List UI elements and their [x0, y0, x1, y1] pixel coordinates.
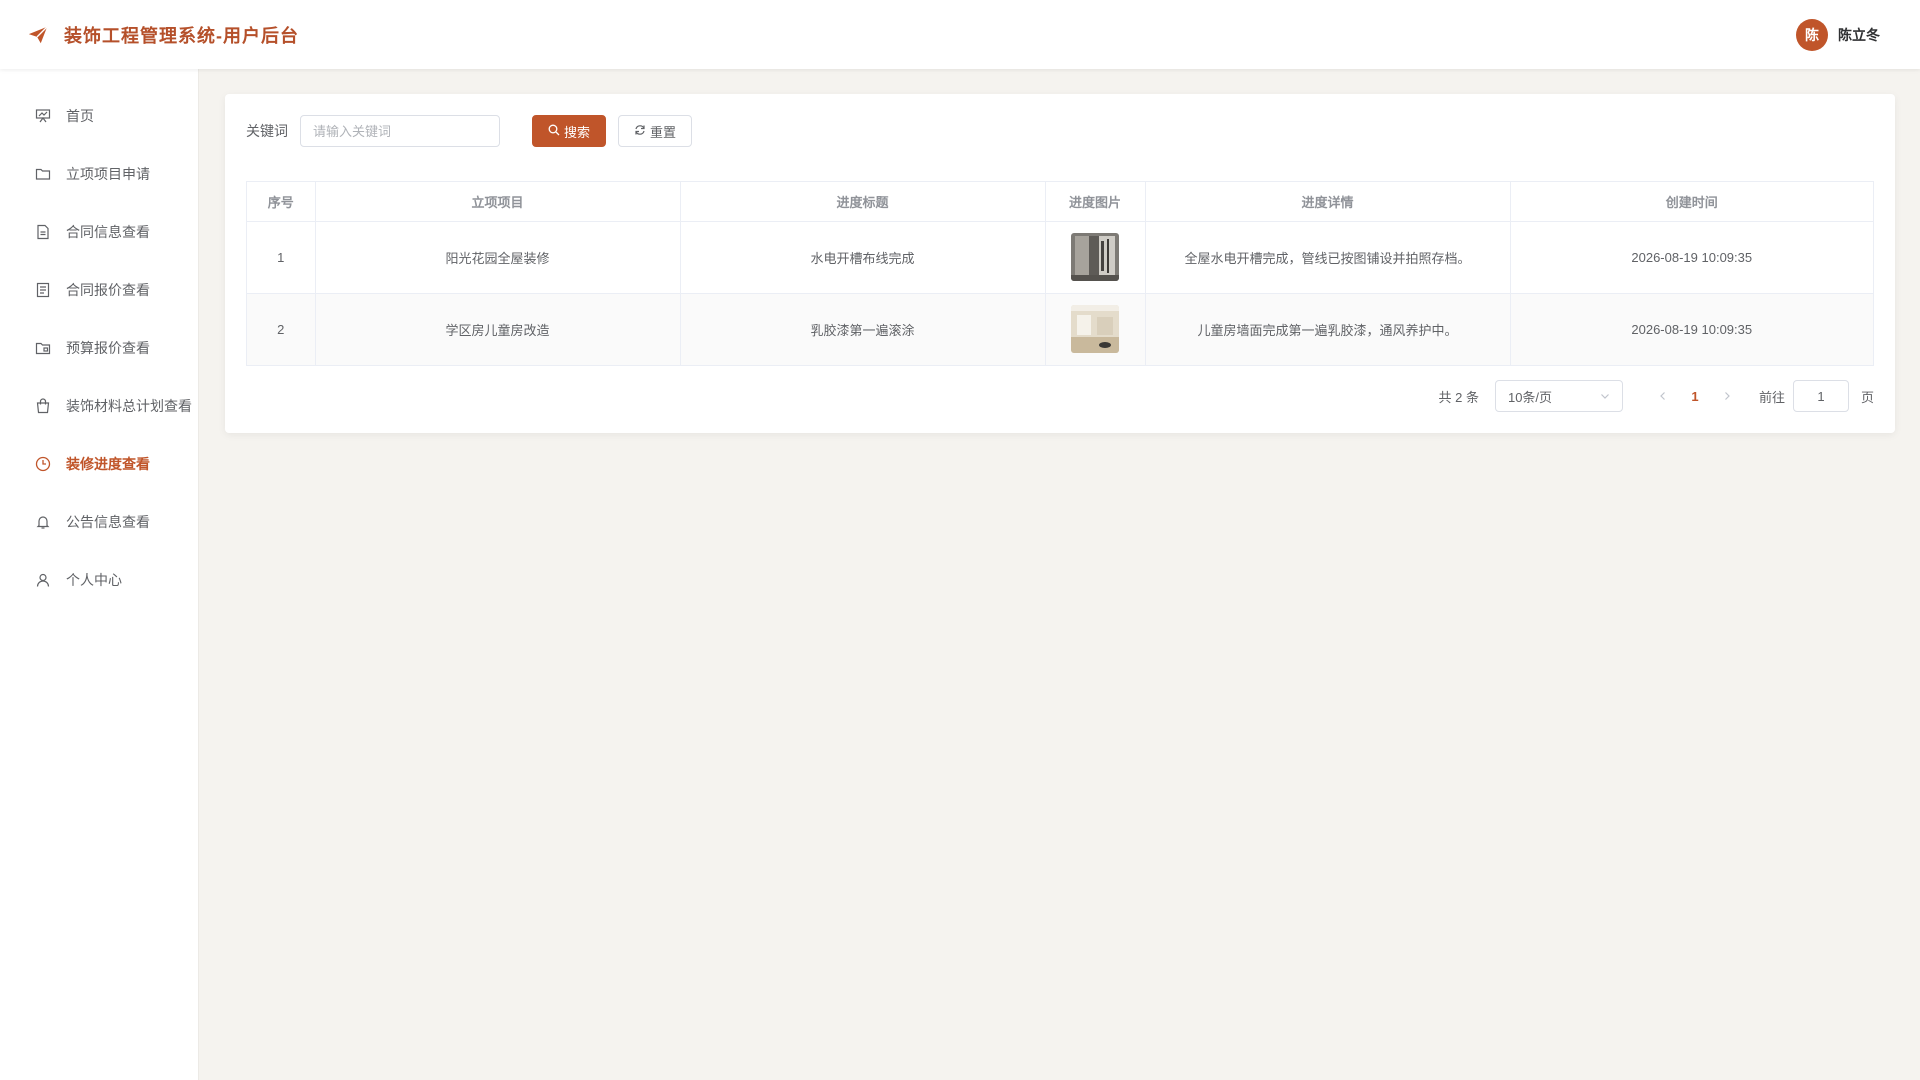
- sidebar-item-contract-info[interactable]: 合同信息查看: [0, 203, 198, 261]
- chevron-left-icon: [1660, 391, 1665, 400]
- goto-page: 前往 页: [1759, 380, 1874, 412]
- app-title: 装饰工程管理系统-用户后台: [64, 25, 299, 46]
- user-icon: [34, 571, 52, 589]
- bell-icon: [34, 513, 52, 531]
- goto-unit: 页: [1860, 389, 1874, 405]
- goto-page-input[interactable]: [1792, 380, 1849, 412]
- sidebar-item-label: 装饰材料总计划查看: [66, 398, 192, 414]
- cell-detail: 儿童房墙面完成第一遍乳胶漆，通风养护中。: [1145, 293, 1511, 365]
- sidebar-item-budget-quote[interactable]: 预算报价查看: [0, 319, 198, 377]
- pagination: 共 2 条 10条/页 1 前往 页: [246, 380, 1874, 412]
- sidebar-item-profile[interactable]: 个人中心: [0, 551, 198, 609]
- pagination-total: 共 2 条: [1438, 389, 1479, 405]
- page-size-select[interactable]: 10条/页: [1494, 380, 1623, 412]
- sidebar-item-contract-quote[interactable]: 合同报价查看: [0, 261, 198, 319]
- cell-created: 2026-08-19 10:09:35: [1510, 221, 1873, 294]
- paper-plane-icon: [26, 23, 50, 47]
- sidebar-item-label: 立项项目申请: [66, 166, 150, 182]
- column-header: 序号: [247, 182, 316, 222]
- table-row[interactable]: 1 阳光花园全屋装修 水电开槽布线完成 全屋水电开槽完成，管线已按图铺设并拍照存…: [247, 221, 1873, 294]
- chevron-right-icon: [1725, 391, 1730, 400]
- user-menu[interactable]: 陈 陈立冬: [1796, 18, 1880, 51]
- cell-image: [1045, 221, 1146, 294]
- sidebar-item-progress[interactable]: 装修进度查看: [0, 435, 198, 493]
- table-header-row: 序号 立项项目 进度标题 进度图片 进度详情 创建时间: [247, 182, 1873, 222]
- cell-project: 阳光花园全屋装修: [315, 221, 681, 294]
- table-row[interactable]: 2 学区房儿童房改造 乳胶漆第一遍滚涂 儿童房墙面完成第一遍乳胶漆，通风养护中。…: [247, 293, 1873, 365]
- column-header: 立项项目: [315, 182, 681, 222]
- search-button-label: 搜索: [563, 124, 590, 140]
- page-number-current[interactable]: 1: [1679, 389, 1711, 404]
- progress-table: 序号 立项项目 进度标题 进度图片 进度详情 创建时间 1 阳光花园全屋装修 水…: [246, 181, 1874, 366]
- document-icon: [34, 223, 52, 241]
- top-header: 装饰工程管理系统-用户后台 陈 陈立冬: [0, 0, 1920, 69]
- sidebar: 首页 立项项目申请 合同信息查看 合同报价查看 预算报价查看 装饰材料总计划查看: [0, 69, 199, 1080]
- avatar[interactable]: 陈: [1796, 18, 1828, 51]
- reset-button[interactable]: 重置: [618, 115, 692, 147]
- presentation-icon: [34, 107, 52, 125]
- next-page-button[interactable]: [1711, 389, 1743, 404]
- cell-detail: 全屋水电开槽完成，管线已按图铺设并拍照存档。: [1145, 221, 1511, 294]
- cell-index: 2: [247, 293, 316, 365]
- cell-project: 学区房儿童房改造: [315, 293, 681, 365]
- sidebar-item-notice[interactable]: 公告信息查看: [0, 493, 198, 551]
- folder-open-icon: [34, 339, 52, 357]
- keyword-input[interactable]: [300, 115, 500, 147]
- sidebar-item-label: 公告信息查看: [66, 514, 150, 530]
- prev-page-button[interactable]: [1647, 389, 1679, 404]
- shopping-bag-icon: [34, 397, 52, 415]
- sidebar-item-label: 合同报价查看: [66, 282, 150, 298]
- page-size-value: 10条/页: [1507, 389, 1553, 405]
- cell-image: [1045, 293, 1146, 365]
- cell-title: 乳胶漆第一遍滚涂: [680, 293, 1046, 365]
- sidebar-item-material-plan[interactable]: 装饰材料总计划查看: [0, 377, 198, 435]
- clock-icon: [34, 455, 52, 473]
- sidebar-item-label: 预算报价查看: [66, 340, 150, 356]
- refresh-icon: [634, 124, 646, 139]
- progress-image-thumbnail[interactable]: [1071, 233, 1119, 281]
- column-header: 进度标题: [680, 182, 1046, 222]
- sidebar-item-home[interactable]: 首页: [0, 87, 198, 145]
- column-header: 创建时间: [1510, 182, 1873, 222]
- goto-label: 前往: [1758, 389, 1785, 405]
- search-icon: [548, 124, 560, 139]
- progress-image-thumbnail[interactable]: [1071, 305, 1119, 354]
- list-document-icon: [34, 281, 52, 299]
- search-button[interactable]: 搜索: [532, 115, 606, 147]
- chevron-down-icon: [1600, 389, 1610, 404]
- keyword-label: 关键词: [246, 123, 288, 139]
- sidebar-item-label: 合同信息查看: [66, 224, 150, 240]
- column-header: 进度详情: [1145, 182, 1511, 222]
- sidebar-item-label: 装修进度查看: [66, 456, 150, 472]
- folder-icon: [34, 165, 52, 183]
- cell-title: 水电开槽布线完成: [680, 221, 1046, 294]
- cell-created: 2026-08-19 10:09:35: [1510, 293, 1873, 365]
- search-bar: 关键词 搜索 重置: [246, 115, 1874, 147]
- cell-index: 1: [247, 221, 316, 294]
- username[interactable]: 陈立冬: [1838, 25, 1880, 45]
- sidebar-item-label: 首页: [66, 108, 94, 124]
- brand: 装饰工程管理系统-用户后台: [26, 22, 299, 48]
- column-header: 进度图片: [1045, 182, 1146, 222]
- reset-button-label: 重置: [649, 124, 676, 140]
- content-card: 关键词 搜索 重置 序号 立项项目 进度标题: [225, 94, 1895, 433]
- sidebar-item-label: 个人中心: [66, 572, 122, 588]
- sidebar-item-project-apply[interactable]: 立项项目申请: [0, 145, 198, 203]
